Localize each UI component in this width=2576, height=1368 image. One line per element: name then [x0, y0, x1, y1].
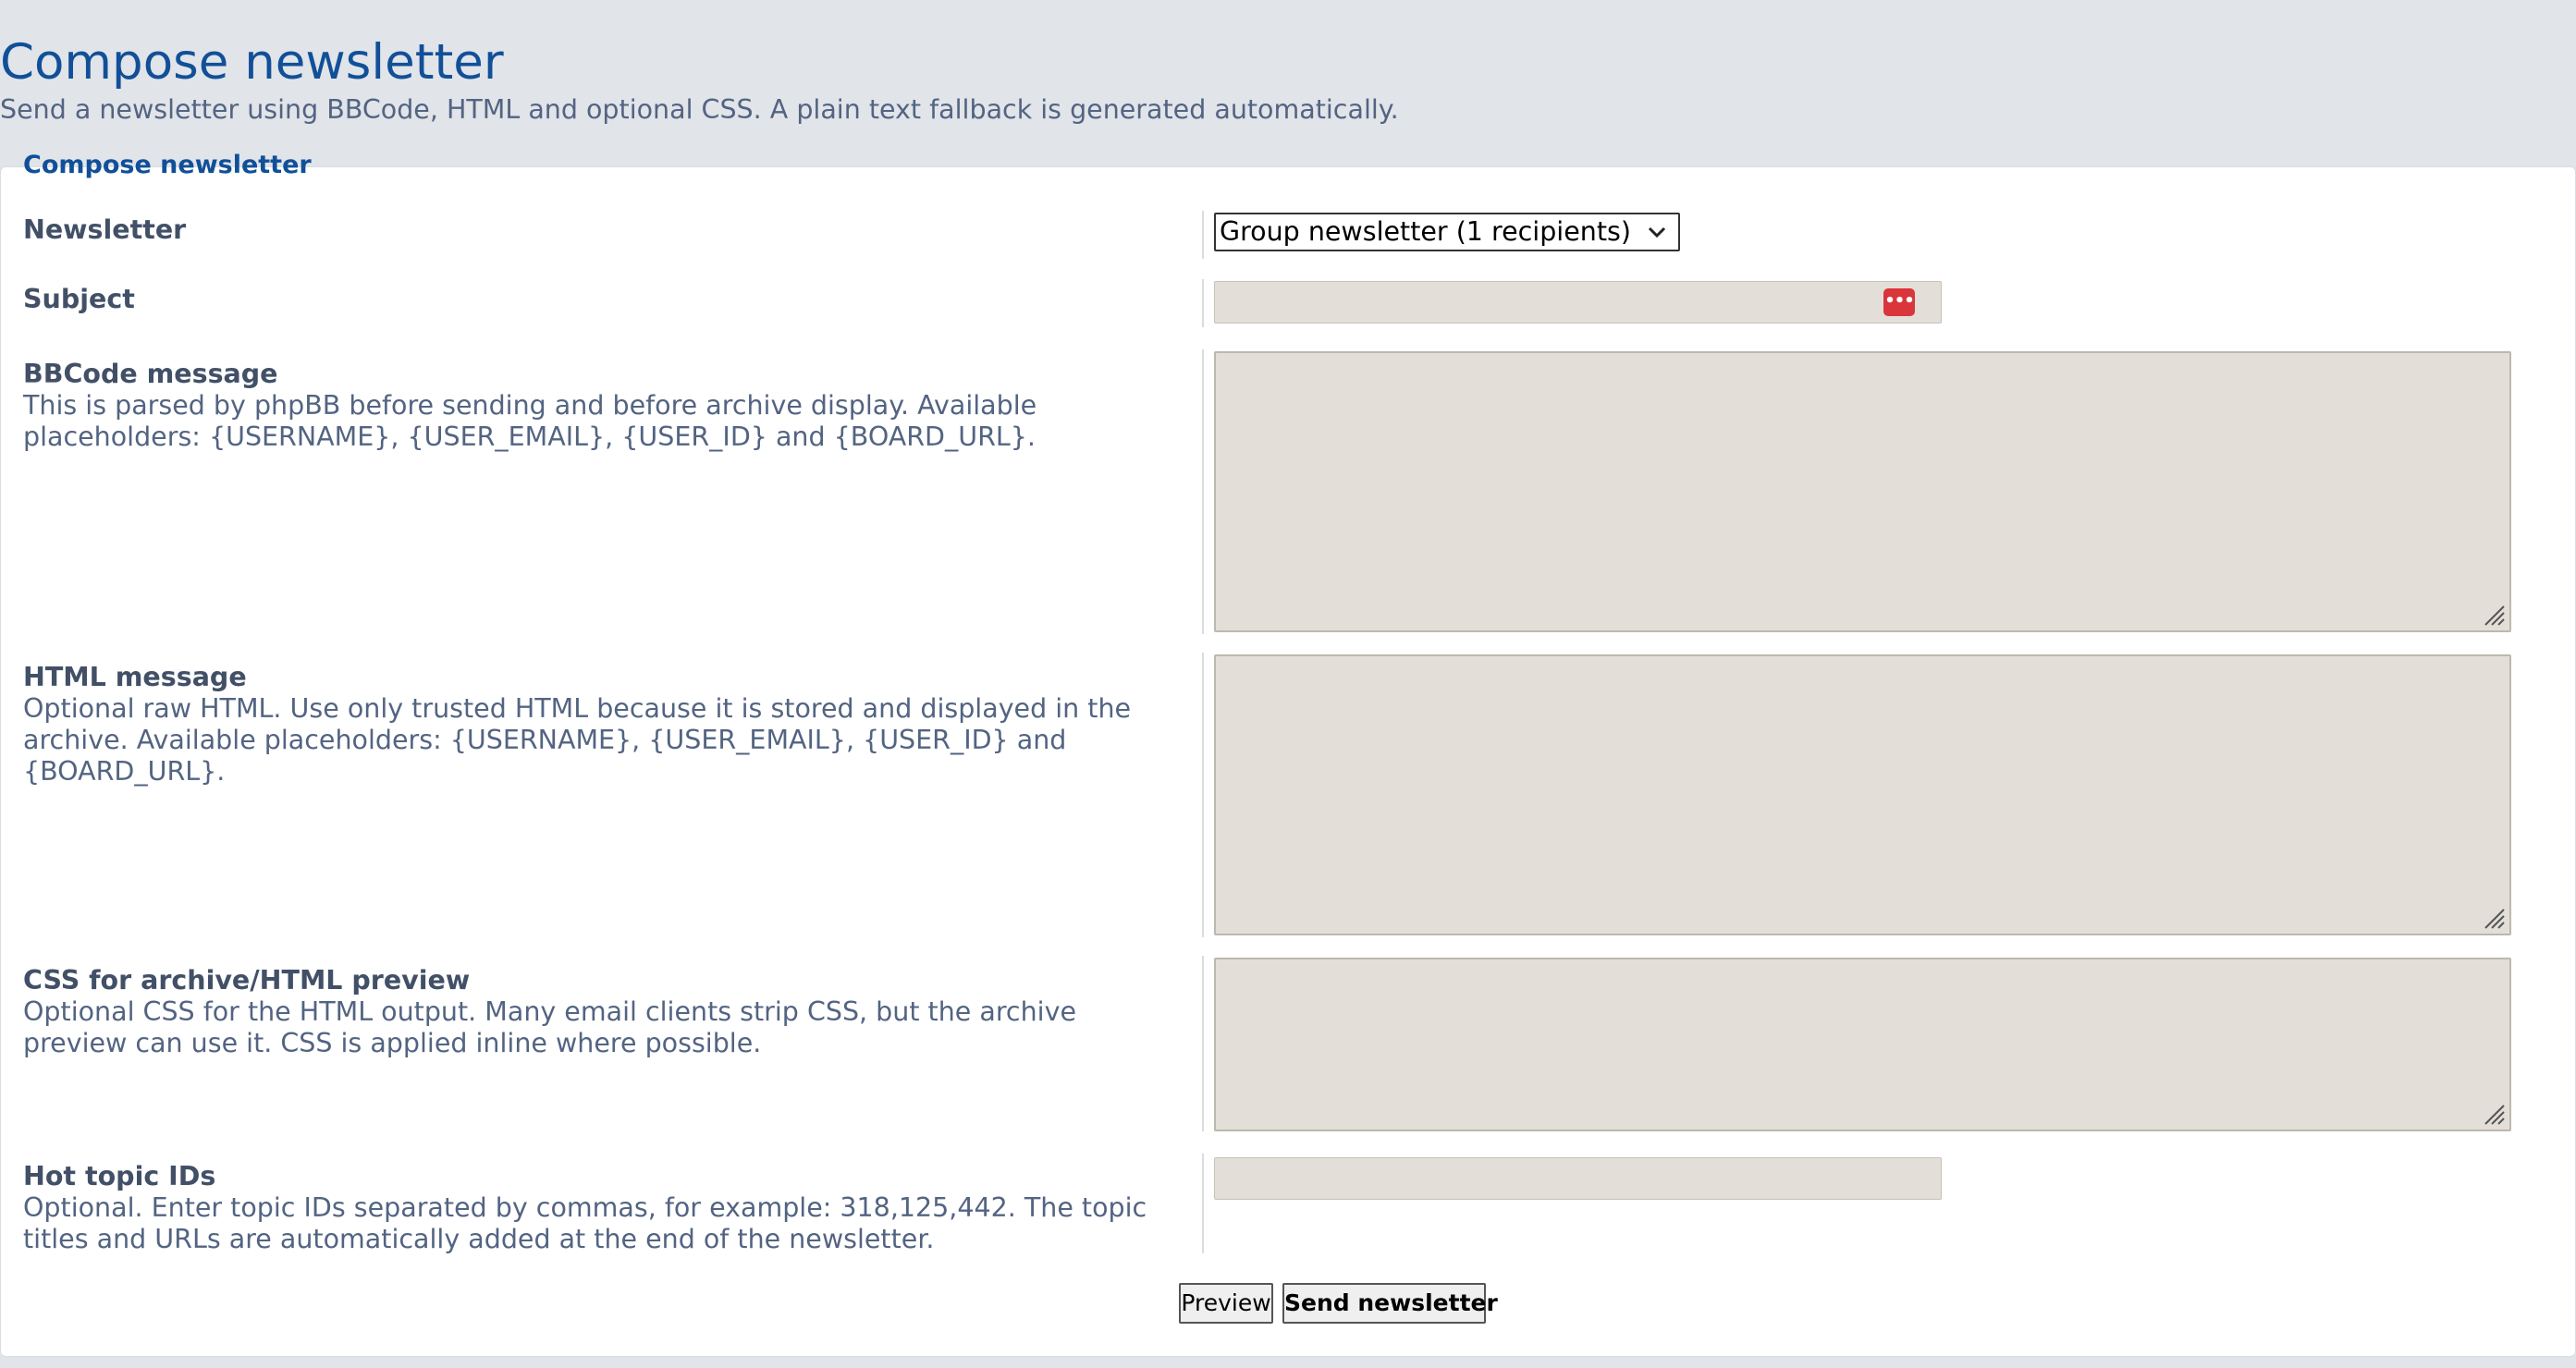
html-explain: Optional raw HTML. Use only trusted HTML…	[23, 693, 1132, 787]
page-title: Compose newsletter	[0, 34, 504, 91]
resize-grip-icon[interactable]	[2480, 904, 2506, 930]
html-label-block: HTML message Optional raw HTML. Use only…	[23, 662, 1179, 788]
hot-topics-label-block: Hot topic IDs Optional. Enter topic IDs …	[23, 1161, 1179, 1255]
newsletter-label-block: Newsletter	[23, 214, 1179, 246]
chevron-down-icon	[1647, 214, 1667, 250]
subject-label: Subject	[23, 284, 135, 314]
subject-label-block: Subject	[23, 284, 1179, 315]
row-divider	[1202, 1154, 1204, 1253]
html-label: HTML message	[23, 662, 247, 692]
newsletter-select[interactable]: Group newsletter (1 recipients)	[1214, 213, 1680, 251]
css-explain: Optional CSS for the HTML output. Many e…	[23, 996, 1076, 1058]
bbcode-label: BBCode message	[23, 359, 278, 389]
css-label-block: CSS for archive/HTML preview Optional CS…	[23, 965, 1179, 1059]
newsletter-select-value: Group newsletter (1 recipients)	[1220, 216, 1631, 247]
newsletter-label: Newsletter	[23, 214, 187, 245]
row-divider	[1202, 211, 1204, 259]
bbcode-explain: This is parsed by phpBB before sending a…	[23, 390, 1037, 452]
hot-topics-explain: Optional. Enter topic IDs separated by c…	[23, 1192, 1147, 1254]
row-divider	[1202, 653, 1204, 937]
html-textarea[interactable]	[1214, 654, 2511, 935]
subject-input[interactable]	[1214, 281, 1942, 324]
row-divider	[1202, 349, 1204, 634]
fieldset-legend: Compose newsletter	[23, 151, 312, 179]
bbcode-label-block: BBCode message This is parsed by phpBB b…	[23, 359, 1179, 453]
resize-grip-icon[interactable]	[2480, 601, 2506, 627]
bbcode-textarea[interactable]	[1214, 351, 2511, 632]
resize-grip-icon[interactable]	[2480, 1100, 2506, 1126]
hot-topics-label: Hot topic IDs	[23, 1161, 216, 1191]
hot-topics-input[interactable]	[1214, 1157, 1942, 1200]
page-description: Send a newsletter using BBCode, HTML and…	[0, 94, 1399, 125]
password-manager-icon[interactable]: •••	[1883, 288, 1915, 316]
row-divider	[1202, 279, 1204, 327]
preview-button[interactable]: Preview	[1179, 1283, 1273, 1324]
row-divider	[1202, 956, 1204, 1131]
css-textarea[interactable]	[1214, 958, 2511, 1131]
send-newsletter-button[interactable]: Send newsletter	[1282, 1283, 1498, 1324]
css-label: CSS for archive/HTML preview	[23, 965, 471, 995]
